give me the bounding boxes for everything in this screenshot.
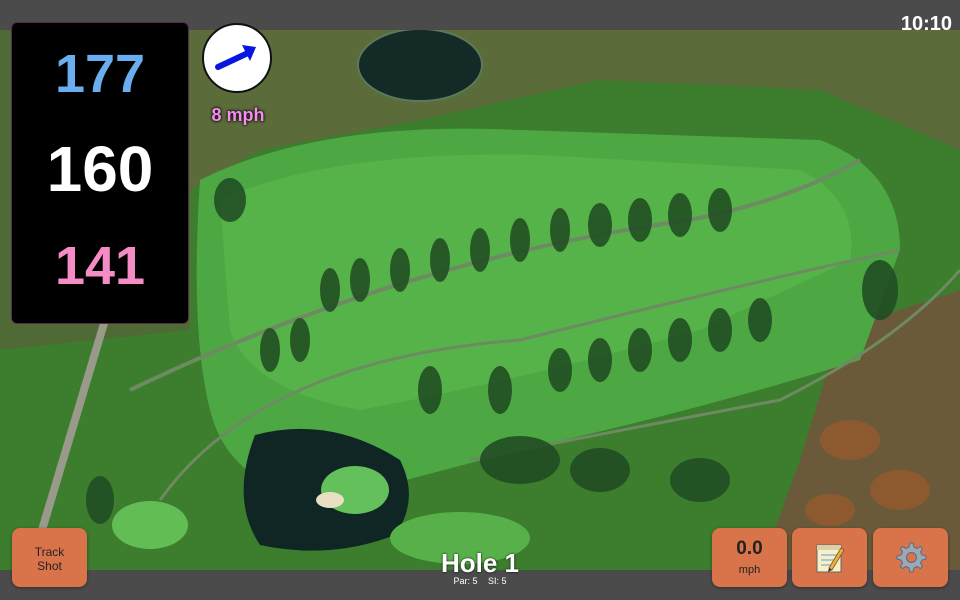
track-shot-button[interactable]: Track Shot xyxy=(12,528,87,587)
status-clock: 10:10 xyxy=(900,13,952,35)
distance-panel: 177 160 141 xyxy=(11,22,189,324)
settings-button[interactable] xyxy=(873,528,948,587)
track-shot-label: Track Shot xyxy=(34,545,65,573)
hole-title: Hole 1 xyxy=(440,548,520,578)
speed-button[interactable]: 0.0 mph xyxy=(712,528,787,587)
gear-icon xyxy=(896,542,927,573)
back-yardage: 177 xyxy=(54,44,146,104)
hole-par: Par: 5 xyxy=(453,576,478,586)
notepad-icon xyxy=(816,544,845,573)
wind-direction-dial xyxy=(202,23,272,93)
speed-unit: mph xyxy=(738,564,761,576)
front-yardage: 141 xyxy=(54,236,146,296)
hole-stroke-index: SI: 5 xyxy=(488,576,507,586)
notes-button[interactable] xyxy=(792,528,867,587)
wind-direction-arrow-icon xyxy=(215,45,256,70)
hole-meta: Par: 5 SI: 5 xyxy=(380,577,580,586)
middle-yardage: 160 xyxy=(46,133,154,205)
speed-value: 0.0 xyxy=(736,538,763,559)
wind-speed-label: 8 mph xyxy=(211,105,265,125)
